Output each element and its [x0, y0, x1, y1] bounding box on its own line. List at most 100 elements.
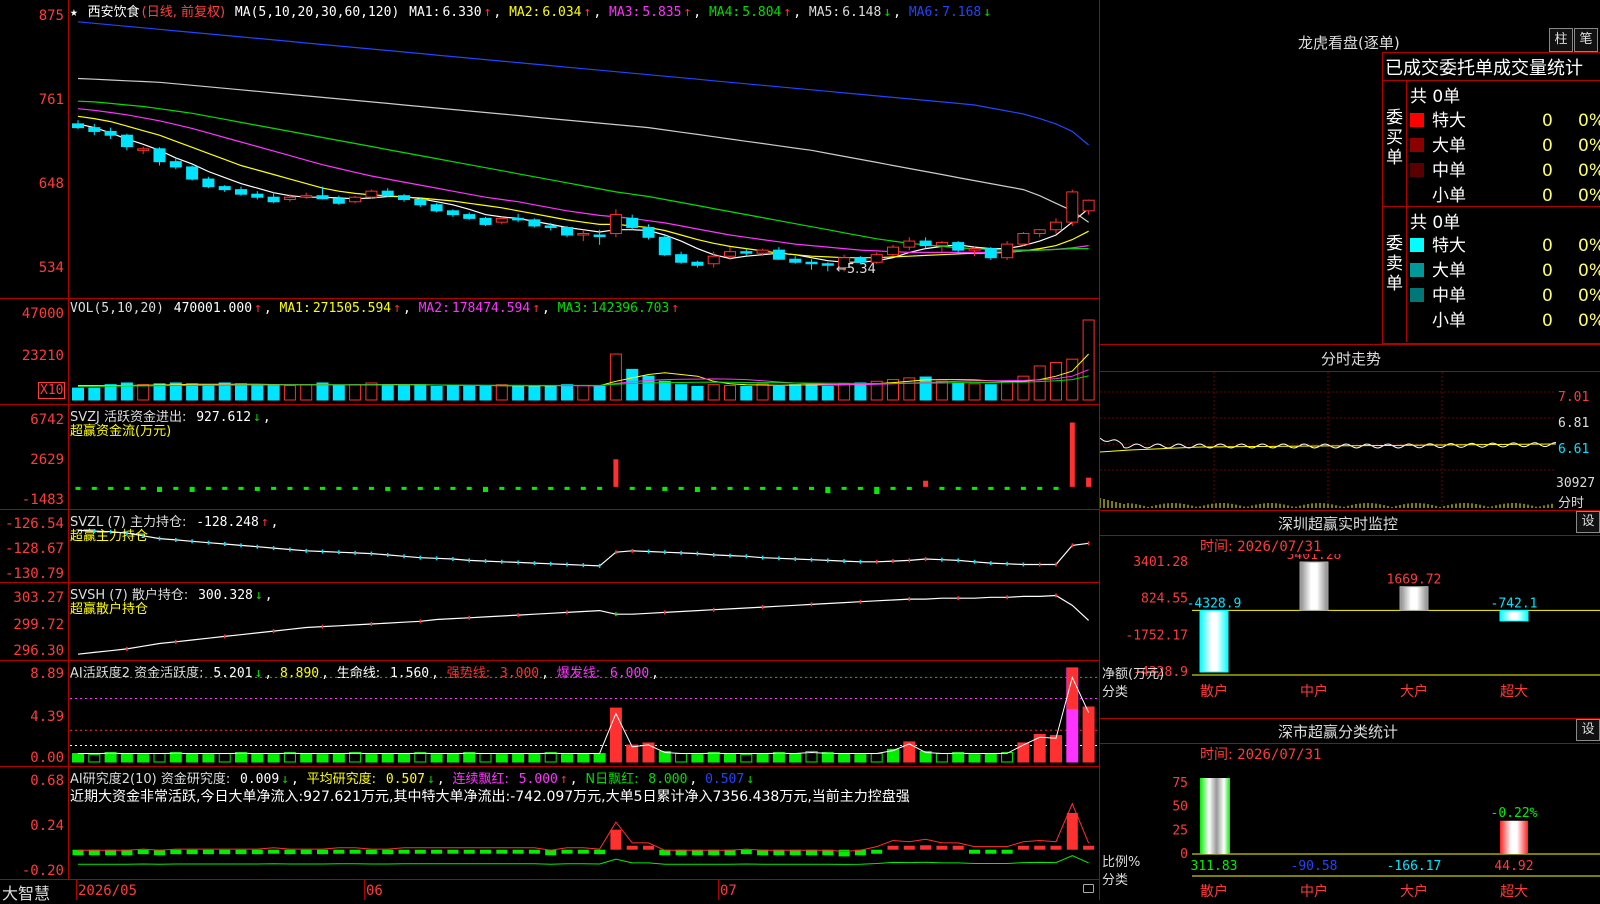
order-count: 0 [1542, 111, 1553, 131]
y-tick: 0.24 [30, 818, 64, 834]
order-count: 0 [1542, 286, 1553, 306]
research-bar [496, 849, 508, 854]
stats-bar-retail [1200, 778, 1230, 854]
volume-bar [153, 383, 166, 401]
capital-flow-bar [646, 486, 651, 490]
sell-total: 共 0单 [1410, 213, 1461, 233]
ai-active-chart[interactable] [70, 664, 1098, 764]
activity-bar [218, 753, 231, 763]
stats-chart[interactable]: 75 50 25 0 -0.22% 311.83 散户 -90.58 中户 -166.17 大户 44… [1100, 762, 1600, 900]
stats-category: 中户 [1300, 883, 1328, 900]
activity-bar [626, 744, 639, 763]
capital-flow-bar [760, 486, 766, 490]
research-bar [284, 849, 296, 855]
capital-flow-bar [254, 486, 260, 491]
order-size-label: 小单 [1432, 311, 1466, 331]
research-bar [235, 849, 247, 855]
retail-holding-line [77, 594, 1090, 655]
capital-flow-bar [385, 486, 391, 491]
activity-bar [446, 753, 459, 763]
volume-bar [772, 385, 785, 401]
monitor-axis-title: 分类 [1102, 685, 1128, 700]
brand-label[interactable]: 大智慧 [2, 880, 50, 904]
research-bar [969, 849, 980, 854]
vol-ma1-label: MA1: [279, 301, 311, 316]
sell-row: 大单 0 0% [1410, 256, 1600, 281]
candle-down [740, 251, 753, 254]
capital-flow-bar [1053, 486, 1059, 490]
stats-value: -90.58 [1291, 859, 1338, 874]
stats-settings-button[interactable]: 设 [1576, 719, 1600, 741]
research-bar [300, 849, 312, 855]
capital-flow-bar [564, 486, 570, 490]
capital-flow-bar [205, 486, 211, 490]
order-count: 0 [1542, 136, 1553, 156]
svsh-chart[interactable] [70, 592, 1098, 658]
vol-unit: X10 [38, 382, 66, 399]
intraday-price: 6.81 [1558, 416, 1590, 431]
bar-view-button[interactable]: 柱 [1549, 28, 1573, 52]
tick-view-button[interactable]: 笔 [1574, 28, 1598, 52]
candle-up [283, 196, 296, 200]
research-bar [610, 829, 622, 850]
volume-chart[interactable] [70, 316, 1098, 402]
candle-down [528, 219, 541, 227]
capital-flow-bar [890, 486, 896, 490]
research-bar [333, 849, 345, 854]
capital-flow-bar [222, 486, 228, 490]
candle-up [707, 255, 720, 265]
order-count: 0 [1542, 186, 1553, 206]
candle-down [544, 225, 557, 228]
vol-ma1-value: 271505.594 [312, 301, 392, 316]
volume-bar [821, 385, 834, 401]
monitor-settings-button[interactable]: 设 [1576, 511, 1600, 533]
candle-up [756, 249, 769, 254]
y-tick: 6742 [30, 412, 64, 428]
capital-flow-bar [727, 486, 733, 490]
research-bar [414, 849, 426, 854]
monitor-chart[interactable]: 3401.28824.55-1752.17-4328.9-4328.9散户340… [1100, 554, 1600, 718]
candle-down [626, 217, 639, 228]
vol-value: 470001.000 [173, 301, 253, 316]
svzl-chart[interactable] [70, 518, 1098, 580]
intraday-chart[interactable] [1100, 372, 1556, 508]
sell-side-label: 委卖单 [1386, 234, 1403, 294]
capital-flow-bar [401, 486, 407, 490]
activity-bar [675, 753, 688, 763]
capital-flow-bar [1086, 477, 1092, 487]
lock-icon[interactable] [1083, 884, 1094, 893]
vol-ma2-label: MA2: [418, 301, 450, 316]
main-holding-line [77, 529, 1089, 567]
stats-y-tick: 25 [1172, 823, 1188, 838]
activity-bar [968, 754, 981, 763]
volume-bar [935, 380, 948, 401]
monitor-time: 时间: 2026/07/31 [1200, 536, 1321, 556]
candle-down [186, 166, 199, 180]
vol-ma3-label: MA3: [557, 301, 589, 316]
activity-bar [789, 753, 802, 763]
ai-research-chart[interactable] [70, 770, 1098, 878]
vol-ma1-arrow: ↑ [393, 301, 401, 316]
volume-bar [968, 383, 981, 401]
svzj-chart[interactable] [70, 416, 1098, 506]
capital-flow-bar [776, 486, 782, 490]
y-tick: 4.39 [30, 709, 64, 725]
candle-down [267, 196, 280, 203]
volume-bar [1082, 319, 1095, 401]
candle-down [479, 217, 492, 225]
volume-bar [349, 384, 362, 401]
volume-bar [658, 380, 671, 401]
candle-up [300, 195, 313, 198]
candlestick-chart[interactable] [70, 14, 1098, 298]
capital-flow-bar [124, 486, 130, 490]
candle-up [887, 246, 899, 256]
activity-bar [1082, 706, 1095, 763]
monitor-title: 深圳超赢实时监控 [1278, 515, 1399, 533]
candle-down [658, 236, 671, 256]
capital-flow-bar [743, 486, 749, 490]
order-count: 0 [1542, 161, 1553, 181]
volume-bar [707, 384, 720, 401]
candle-down [512, 217, 525, 221]
y-tick: 296.30 [13, 643, 64, 659]
intraday-price-line [1100, 437, 1556, 449]
